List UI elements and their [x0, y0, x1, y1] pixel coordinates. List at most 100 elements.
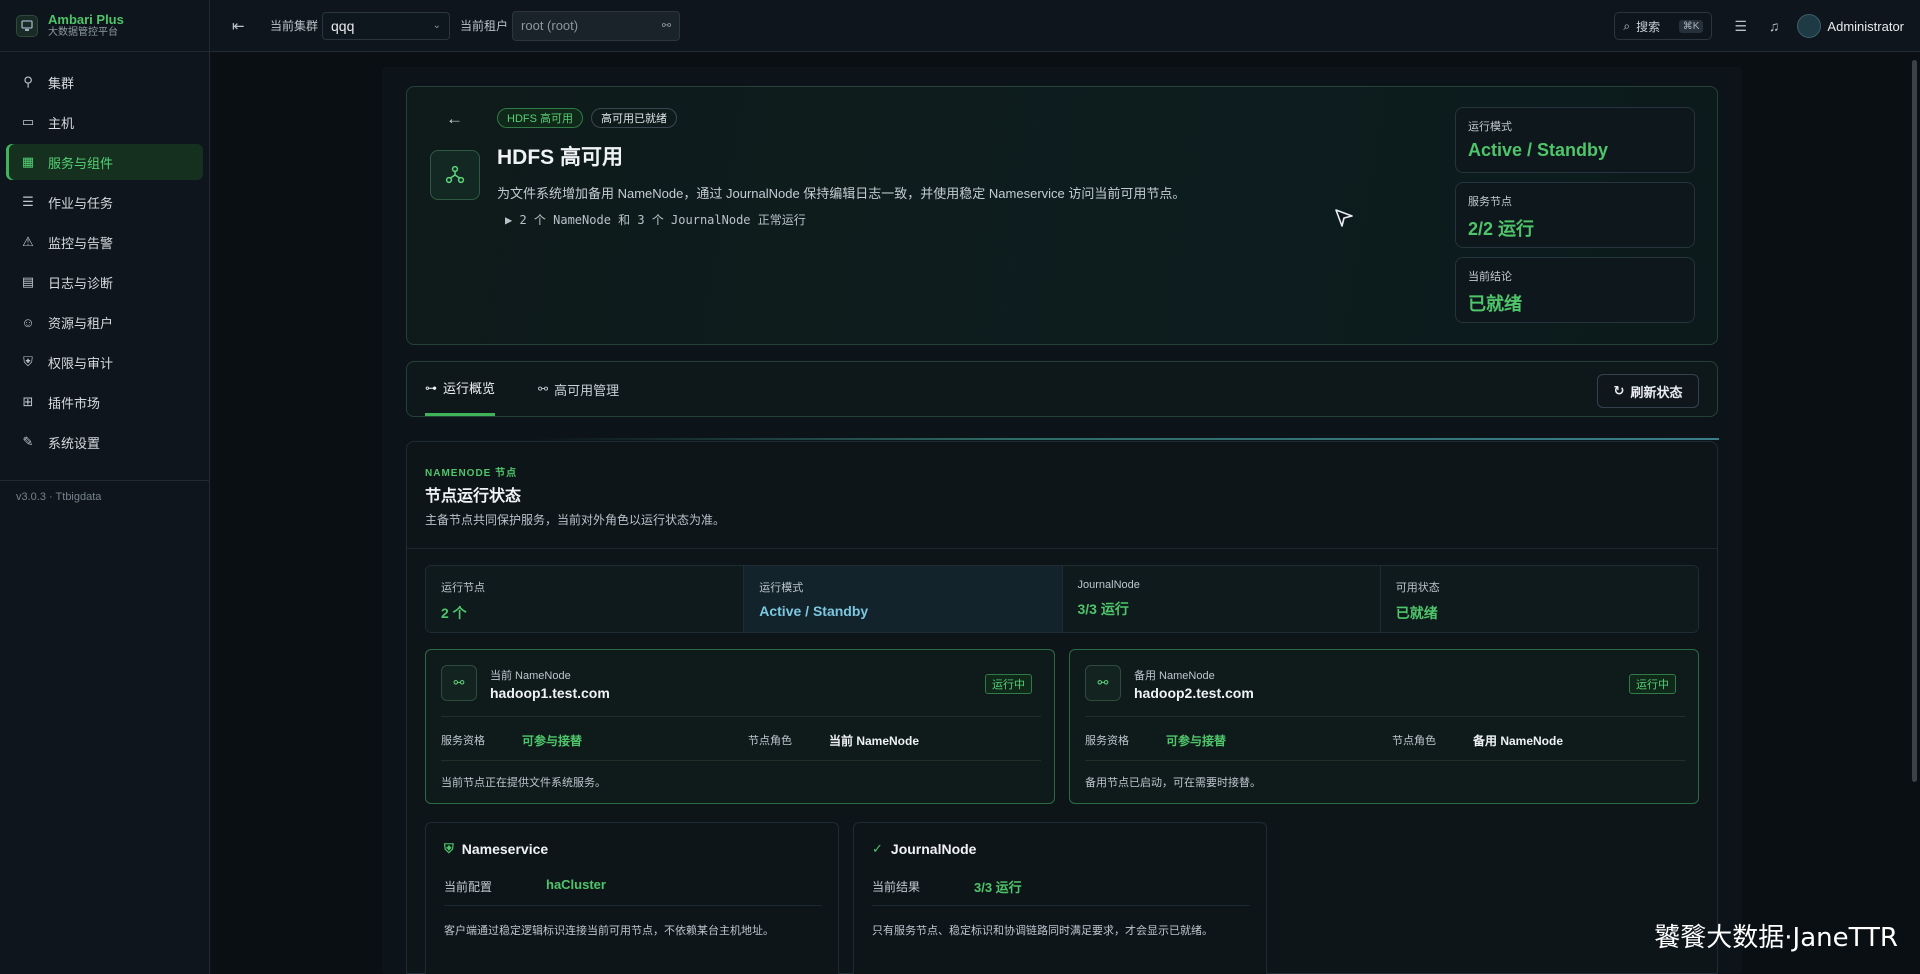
- hero-tags: HDFS 高可用 高可用已就绪: [497, 108, 685, 128]
- stat-value: 已就绪: [1468, 294, 1522, 314]
- sidebar-item-cluster[interactable]: ⚲ 集群: [6, 64, 203, 100]
- node-role-label: 节点角色: [1392, 735, 1436, 747]
- tab-ha-management[interactable]: ⚯ 高可用管理: [538, 362, 619, 416]
- node-role-value: 当前 NameNode: [829, 734, 920, 748]
- ha-network-icon: [430, 150, 480, 200]
- bell-icon[interactable]: ♫: [1769, 18, 1780, 34]
- users-icon: ☺: [21, 314, 35, 330]
- hero-detail-toggle[interactable]: ▶ 2 个 NameNode 和 3 个 JournalNode 正常运行: [505, 211, 806, 228]
- metric-value: 3/3 运行: [1077, 601, 1129, 617]
- shield-icon: ⛨: [23, 354, 33, 369]
- sidebar-item-monitoring[interactable]: ⚠ 监控与告警: [6, 224, 203, 260]
- sidebar-item-label: 系统设置: [48, 435, 101, 451]
- namenode-card-standby: ⚯ 备用 NameNode hadoop2.test.com 运行中 服务资格 …: [1069, 649, 1699, 804]
- metric-label: 运行模式: [759, 582, 804, 594]
- tab-label: 高可用管理: [554, 382, 620, 398]
- metric-value: Active / Standby: [759, 603, 869, 619]
- sidebar-item-hosts[interactable]: ▭ 主机: [6, 104, 203, 140]
- chevron-down-icon: ⌄: [432, 20, 442, 31]
- sidebar-item-services[interactable]: ▦ 服务与组件: [6, 144, 203, 180]
- info-title: ✓ JournalNode: [872, 841, 976, 857]
- info-value: 3/3 运行: [974, 880, 1022, 895]
- watermark: 饕餮大数据·JaneTTR: [1654, 923, 1898, 953]
- sidebar-item-label: 主机: [48, 115, 75, 131]
- main-content: ← HDFS 高可用 高可用已就绪 HDFS 高可用 为文件系统增加备用 Nam…: [211, 53, 1920, 974]
- cluster-label: 当前集群: [270, 19, 319, 33]
- divider: [407, 548, 1717, 549]
- sidebar-item-label: 权限与审计: [48, 355, 114, 371]
- stat-label: 服务节点: [1468, 196, 1512, 208]
- cluster-select[interactable]: qqq ⌄: [322, 11, 451, 40]
- user-name[interactable]: Administrator: [1827, 19, 1904, 34]
- tab-overview[interactable]: ⊶ 运行概览: [425, 362, 496, 416]
- tenant-field[interactable]: root (root) ⚯: [512, 10, 681, 41]
- sidebar-item-jobs[interactable]: ☰ 作业与任务: [6, 184, 203, 220]
- sidebar-item-logs[interactable]: ▤ 日志与诊断: [6, 264, 203, 300]
- namenode-card-active: ⚯ 当前 NameNode hadoop1.test.com 运行中 服务资格 …: [425, 649, 1055, 804]
- divider: [444, 905, 822, 906]
- search-button[interactable]: ⌕ 搜索 ⌘K: [1614, 12, 1713, 40]
- tag-ha-ready: 高可用已就绪: [591, 108, 677, 128]
- divider: [441, 760, 1041, 761]
- node-note: 当前节点正在提供文件系统服务。: [441, 777, 606, 789]
- node-note: 备用节点已启动，可在需要时接替。: [1085, 777, 1261, 789]
- tag-hdfs-ha: HDFS 高可用: [497, 108, 583, 128]
- page-description: 为文件系统增加备用 NameNode，通过 JournalNode 保持编辑日志…: [497, 186, 1186, 201]
- sidebar-item-plugins[interactable]: ⊞ 插件市场: [6, 384, 203, 420]
- tenant-label: 当前租户: [460, 19, 509, 33]
- service-qualification-value: 可参与接替: [522, 734, 583, 748]
- sidebar-item-label: 服务与组件: [48, 155, 114, 171]
- grid-icon: ▦: [21, 154, 35, 169]
- metric-journalnode: JournalNode 3/3 运行: [1062, 566, 1381, 632]
- sidebar-item-resources[interactable]: ☺ 资源与租户: [6, 304, 203, 340]
- siren-icon: ⚠: [22, 234, 34, 249]
- brand-logo-icon: [16, 14, 38, 37]
- metric-value: 已就绪: [1395, 605, 1438, 621]
- sidebar-item-label: 资源与租户: [48, 315, 114, 331]
- tenant-field-value: root (root): [521, 18, 579, 33]
- divider: [533, 438, 1719, 440]
- divider: [1085, 760, 1685, 761]
- divider: [872, 905, 1250, 906]
- cluster-select-value: qqq: [331, 17, 355, 34]
- tabs-bar: ⊶ 运行概览 ⚯ 高可用管理 ↻ 刷新状态: [406, 361, 1718, 417]
- network-icon: ⚯: [538, 382, 549, 396]
- service-qualification-label: 服务资格: [1085, 735, 1129, 747]
- brand[interactable]: Ambari Plus 大数据管控平台: [0, 0, 209, 52]
- wrench-icon: ✎: [22, 434, 34, 449]
- journalnode-card: ✓ JournalNode 当前结果 3/3 运行 只有服务节点、稳定标识和协调…: [853, 822, 1267, 974]
- refresh-icon: ↻: [1613, 383, 1625, 398]
- stat-card-mode: 运行模式 Active / Standby: [1455, 107, 1695, 173]
- metric-value: 2 个: [441, 605, 467, 621]
- sidebar-item-label: 监控与告警: [48, 235, 114, 251]
- sidebar-item-security[interactable]: ⛨ 权限与审计: [6, 344, 203, 380]
- stat-value: 2/2 运行: [1468, 219, 1535, 239]
- back-arrow-icon[interactable]: ←: [446, 109, 463, 129]
- info-title-text: Nameservice: [461, 841, 549, 857]
- brand-subtitle: 大数据管控平台: [48, 27, 118, 38]
- rocket-icon: ⚲: [23, 74, 33, 89]
- menu-collapse-icon[interactable]: ⇤: [232, 17, 250, 35]
- info-title-text: JournalNode: [890, 841, 977, 857]
- info-value: haCluster: [546, 877, 606, 892]
- task-list-icon[interactable]: ☰: [1734, 18, 1747, 35]
- status-badge: 运行中: [1629, 674, 1676, 694]
- topbar: ⇤ 当前集群 qqq ⌄ 当前租户 root (root) ⚯ ⌕ 搜索 ⌘K …: [210, 0, 1920, 52]
- metrics-strip: 运行节点 2 个 运行模式 Active / Standby JournalNo…: [425, 565, 1699, 633]
- refresh-status-button[interactable]: ↻ 刷新状态: [1597, 374, 1699, 408]
- sidebar-nav: ⚲ 集群 ▭ 主机 ▦ 服务与组件 ☰ 作业与任务 ⚠ 监控与告警 ▤ 日志与诊断 ☺ 资源与…: [0, 52, 209, 472]
- version-label: v3.0.3 · Ttbigdata: [0, 480, 209, 513]
- avatar[interactable]: [1797, 14, 1822, 38]
- file-search-icon: ▤: [21, 274, 35, 289]
- scrollbar[interactable]: [1912, 60, 1917, 782]
- search-shortcut: ⌘K: [1678, 19, 1704, 33]
- sidebar-item-settings[interactable]: ✎ 系统设置: [6, 424, 203, 460]
- topbar-actions: ⌕ 搜索 ⌘K ☰ ♫ Administrator: [1614, 0, 1904, 52]
- node-hostname: hadoop2.test.com: [1134, 685, 1254, 701]
- metric-run-mode: 运行模式 Active / Standby: [744, 566, 1063, 632]
- stat-label: 运行模式: [1468, 121, 1512, 133]
- info-key: 当前结果: [872, 880, 921, 894]
- section-title: 节点运行状态: [425, 488, 522, 505]
- plugin-icon: ⊞: [22, 394, 34, 409]
- sidebar-item-label: 集群: [48, 75, 75, 91]
